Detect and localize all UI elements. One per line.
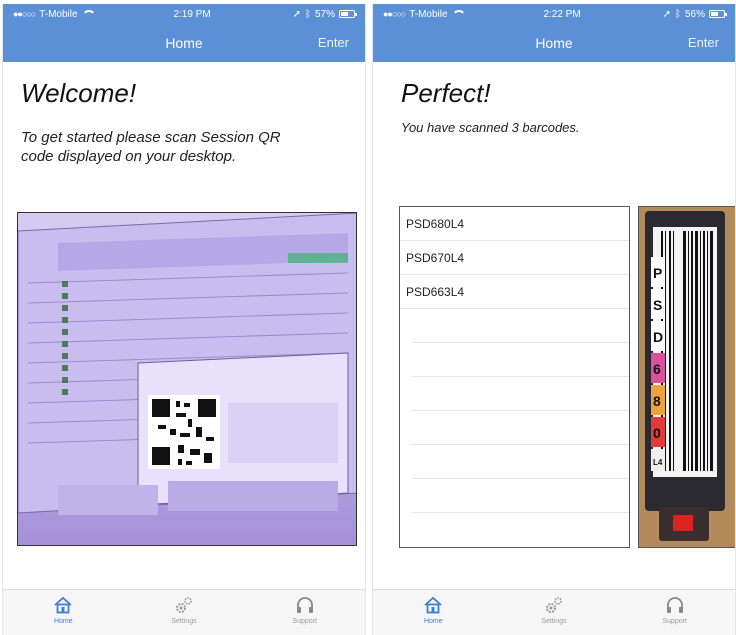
signal-icon: ●●○○○ — [383, 9, 406, 19]
list-item[interactable]: PSD670L4 — [400, 241, 629, 275]
enter-button[interactable]: Enter — [318, 35, 349, 50]
headphones-icon — [296, 597, 313, 613]
list-item-empty — [412, 343, 629, 377]
carrier-label: T-Mobile — [39, 8, 78, 20]
battery-percent: 57% — [314, 8, 335, 20]
welcome-heading: Welcome! — [21, 78, 137, 108]
home-icon — [54, 596, 72, 614]
battery-icon — [338, 10, 357, 18]
location-icon: ➚ — [662, 8, 671, 20]
tab-support-label: Support — [292, 618, 317, 625]
gear-icon — [176, 597, 192, 613]
tab-support[interactable]: Support — [244, 590, 365, 635]
tape-letter: 6 — [653, 361, 661, 377]
home-icon — [424, 596, 442, 614]
tab-settings[interactable]: Settings — [124, 590, 245, 635]
list-item-empty — [412, 377, 629, 411]
clock: 2:22 PM — [543, 8, 581, 20]
tab-home-label: Home — [53, 618, 73, 625]
barcode-list[interactable]: PSD680L4 PSD670L4 PSD663L4 — [399, 206, 630, 548]
tape-letter: D — [653, 329, 663, 345]
status-right: ➚ ᛒ 57% — [292, 8, 357, 20]
success-heading: Perfect! — [401, 78, 491, 108]
tab-settings-label: Settings — [541, 618, 567, 625]
tab-bar: Home Settings Support — [373, 589, 735, 635]
nav-title: Home — [535, 35, 573, 51]
status-right: ➚ ᛒ 56% — [662, 8, 727, 20]
tape-cartridge-image: P S D 6 8 0 L4 — [639, 207, 735, 547]
nav-title: Home — [165, 35, 203, 51]
signal-icon: ●●○○○ — [13, 9, 36, 19]
bluetooth-icon: ᛒ — [674, 8, 681, 20]
camera-preview-image — [18, 213, 356, 545]
list-item-empty — [412, 411, 629, 445]
wifi-icon — [81, 10, 96, 18]
tab-support-label: Support — [662, 618, 687, 625]
camera-viewfinder-tape[interactable]: P S D 6 8 0 L4 — [638, 206, 735, 548]
bluetooth-icon: ᛒ — [304, 8, 311, 20]
tab-support[interactable]: Support — [614, 590, 735, 635]
scan-count-text: You have scanned 3 barcodes. — [401, 120, 580, 135]
headphones-icon — [666, 597, 683, 613]
wifi-icon — [451, 10, 466, 18]
tab-home[interactable]: Home — [3, 590, 124, 635]
enter-button[interactable]: Enter — [688, 35, 719, 50]
status-left: ●●○○○ T-Mobile — [13, 8, 96, 20]
status-bar: ●●○○○ T-Mobile 2:19 PM ➚ ᛒ 57% — [3, 4, 365, 24]
status-bar: ●●○○○ T-Mobile 2:22 PM ➚ ᛒ 56% — [373, 4, 735, 24]
tape-letter: P — [653, 265, 662, 281]
battery-icon — [708, 10, 727, 18]
list-item[interactable]: PSD663L4 — [400, 275, 629, 309]
gear-icon — [546, 597, 562, 613]
page: ●●○○○ T-Mobile 2:19 PM ➚ ᛒ 57% Home Ente… — [0, 0, 736, 635]
tab-settings-label: Settings — [171, 618, 197, 625]
battery-fill — [340, 12, 348, 16]
tab-home[interactable]: Home — [373, 590, 494, 635]
battery-fill — [710, 12, 718, 16]
scan-instructions: To get started please scan Session QR co… — [21, 129, 281, 165]
status-left: ●●○○○ T-Mobile — [383, 8, 466, 20]
carrier-label: T-Mobile — [409, 8, 448, 20]
list-item-empty — [412, 309, 629, 343]
list-item[interactable]: PSD680L4 — [400, 207, 629, 241]
tape-letter: L4 — [653, 458, 663, 467]
tape-letter: S — [653, 297, 662, 313]
camera-viewfinder[interactable] — [17, 212, 357, 546]
tab-bar: Home Settings Support — [3, 589, 365, 635]
list-item-empty — [412, 445, 629, 479]
nav-bar: Home Enter — [373, 24, 735, 62]
tape-letter: 8 — [653, 393, 661, 409]
tab-settings[interactable]: Settings — [494, 590, 615, 635]
location-icon: ➚ — [292, 8, 301, 20]
tape-letter: 0 — [653, 425, 661, 441]
nav-bar: Home Enter — [3, 24, 365, 62]
phone-screen-welcome: ●●○○○ T-Mobile 2:19 PM ➚ ᛒ 57% Home Ente… — [2, 4, 366, 635]
clock: 2:19 PM — [173, 8, 211, 20]
battery-percent: 56% — [684, 8, 705, 20]
tab-home-label: Home — [423, 618, 443, 625]
phone-screen-scanned: ●●○○○ T-Mobile 2:22 PM ➚ ᛒ 56% Home Ente… — [372, 4, 736, 635]
list-item-empty — [412, 479, 629, 513]
